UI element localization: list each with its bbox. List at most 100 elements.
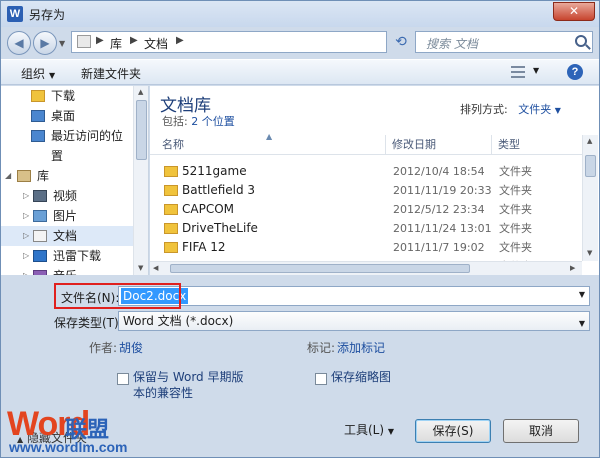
refresh-icon[interactable]: ⟲ (391, 31, 411, 53)
save-button[interactable]: 保存(S) (415, 419, 491, 443)
author-label: 作者: (89, 341, 118, 355)
collapse-arrow-icon[interactable]: ◢ (5, 166, 11, 186)
column-header-type[interactable]: 类型 (492, 135, 582, 155)
expand-arrow-icon[interactable]: ▷ (23, 266, 29, 275)
nav-item-label: 文档 (53, 229, 78, 243)
documents-library-icon (33, 230, 47, 242)
expand-arrow-icon[interactable]: ▷ (23, 226, 29, 246)
video-library-icon (33, 190, 47, 202)
nav-item-desktop[interactable]: 桌面 (1, 106, 133, 126)
command-toolbar: 组织 ▼ 新建文件夹 ▼ ? (1, 59, 599, 85)
filetype-value: Word 文档 (*.docx) (123, 314, 234, 328)
file-list-vertical-scrollbar[interactable]: ▲ ▼ (582, 135, 598, 261)
nav-item-recent-places[interactable]: 最近访问的位置 (1, 126, 133, 163)
chevron-down-icon: ▼ (49, 71, 56, 80)
nav-item-documents[interactable]: ▷ 文档 (1, 226, 133, 246)
arrange-by-dropdown[interactable]: 文件夹 ▼ (518, 103, 561, 116)
file-date: 2011/11/19 20:33 (393, 184, 492, 197)
nav-item-music[interactable]: ▷ 音乐 (1, 266, 133, 275)
file-row[interactable]: FIFA 12 2011/11/7 19:02 文件夹 (150, 238, 582, 257)
chevron-down-icon: ▼ (554, 106, 561, 115)
nav-item-libraries[interactable]: ◢ 库 (1, 166, 133, 186)
nav-scrollbar[interactable]: ▲ ▼ (133, 86, 148, 275)
file-type: 文件夹 (499, 184, 532, 197)
file-row[interactable]: 5211game 2012/10/4 18:54 文件夹 (150, 162, 582, 181)
file-row[interactable]: CAPCOM 2012/5/12 23:34 文件夹 (150, 200, 582, 219)
desktop-icon (31, 110, 45, 122)
search-icon[interactable] (575, 35, 587, 47)
forward-button[interactable]: ▶ (33, 31, 57, 55)
arrange-label: 排列方式: (460, 103, 508, 116)
tools-button[interactable]: 工具(L) ▼ (333, 419, 405, 443)
watermark-url: www.wordlm.com (9, 439, 128, 455)
library-icon (17, 170, 31, 182)
author-field[interactable]: 胡俊 (119, 339, 143, 356)
file-name: DriveTheLife (182, 221, 258, 235)
sort-ascending-icon: ▲ (266, 132, 273, 141)
includes-locations-link[interactable]: 2 个位置 (191, 115, 235, 128)
breadcrumb-separator-icon[interactable]: ▶ (130, 35, 138, 46)
file-row[interactable]: Battlefield 3 2011/11/19 20:33 文件夹 (150, 181, 582, 200)
file-row[interactable]: DriveTheLife 2011/11/24 13:01 文件夹 (150, 219, 582, 238)
download-folder-icon (31, 90, 45, 102)
back-button[interactable]: ◀ (7, 31, 31, 55)
breadcrumb-documents[interactable]: 文档 (144, 35, 168, 52)
filetype-select[interactable]: Word 文档 (*.docx) ▼ (118, 311, 590, 331)
includes-label: 包括: (162, 115, 188, 128)
tools-label: 工具(L) (343, 423, 385, 437)
column-header-modified[interactable]: 修改日期 (386, 135, 492, 155)
cancel-button[interactable]: 取消 (503, 419, 579, 443)
arrange-value: 文件夹 (518, 103, 552, 116)
scroll-down-icon[interactable]: ▼ (138, 264, 143, 272)
breadcrumb-library[interactable]: 库 (110, 35, 122, 52)
thumbnail-checkbox[interactable] (315, 373, 327, 385)
scroll-left-icon[interactable]: ◀ (153, 264, 158, 272)
breadcrumb-separator-icon[interactable]: ▶ (96, 35, 104, 46)
file-date: 2011/11/24 13:01 (393, 222, 492, 235)
compat-checkbox[interactable] (117, 373, 129, 385)
tags-label: 标记: (307, 341, 336, 355)
file-name: Battlefield 3 (182, 183, 256, 197)
address-bar[interactable]: ▶ 库 ▶ 文档 ▶ (71, 31, 387, 53)
column-header-name[interactable]: 名称 ▲ (150, 132, 386, 155)
help-icon[interactable]: ? (567, 64, 583, 80)
view-dropdown-icon[interactable]: ▼ (533, 66, 539, 75)
compat-label-line2[interactable]: 本的兼容性 (133, 385, 193, 402)
scroll-right-icon[interactable]: ▶ (570, 264, 575, 272)
expand-arrow-icon[interactable]: ▷ (23, 246, 29, 266)
file-list-hscroll-thumb[interactable] (170, 264, 470, 273)
nav-item-videos[interactable]: ▷ 视频 (1, 186, 133, 206)
filename-input[interactable]: Doc2.docx ▼ (118, 286, 590, 306)
nav-item-label: 桌面 (51, 109, 76, 123)
search-placeholder: 搜索 文档 (426, 37, 478, 51)
computer-location-icon (77, 35, 91, 48)
word-app-icon: W (7, 6, 23, 22)
expand-arrow-icon[interactable]: ▷ (23, 206, 29, 226)
close-button[interactable]: ✕ (553, 2, 595, 21)
search-input[interactable]: 搜索 文档 (415, 31, 593, 53)
column-name-label: 名称 (162, 138, 184, 151)
scroll-up-icon[interactable]: ▲ (587, 137, 592, 145)
nav-item-thunder-downloads[interactable]: ▷ 迅雷下载 (1, 246, 133, 266)
expand-arrow-icon[interactable]: ▷ (23, 186, 29, 206)
thumbnail-label[interactable]: 保存缩略图 (331, 369, 391, 386)
nav-item-label: 最近访问的位置 (51, 129, 124, 163)
organize-menu[interactable]: 组织 ▼ (21, 65, 55, 82)
nav-item-downloads[interactable]: 下载 (1, 86, 133, 106)
arrange-by: 排列方式: 文件夹 ▼ (460, 101, 561, 117)
view-options-icon[interactable] (511, 66, 525, 78)
file-list-scroll-thumb[interactable] (585, 155, 596, 177)
pictures-library-icon (33, 210, 47, 222)
scroll-down-icon[interactable]: ▼ (587, 249, 592, 257)
file-list-horizontal-scrollbar[interactable]: ◀ ▶ (150, 261, 582, 275)
nav-scroll-thumb[interactable] (136, 100, 147, 160)
compat-label-line1[interactable]: 保留与 Word 早期版 (133, 369, 243, 386)
chevron-down-icon[interactable]: ▼ (579, 290, 585, 299)
recent-pages-dropdown-icon[interactable]: ▼ (59, 39, 65, 48)
nav-item-label: 库 (37, 169, 50, 183)
nav-item-pictures[interactable]: ▷ 图片 (1, 206, 133, 226)
scroll-up-icon[interactable]: ▲ (138, 88, 143, 96)
tags-field[interactable]: 添加标记 (337, 339, 385, 356)
new-folder-button[interactable]: 新建文件夹 (81, 65, 141, 82)
breadcrumb-separator-icon[interactable]: ▶ (176, 35, 184, 46)
